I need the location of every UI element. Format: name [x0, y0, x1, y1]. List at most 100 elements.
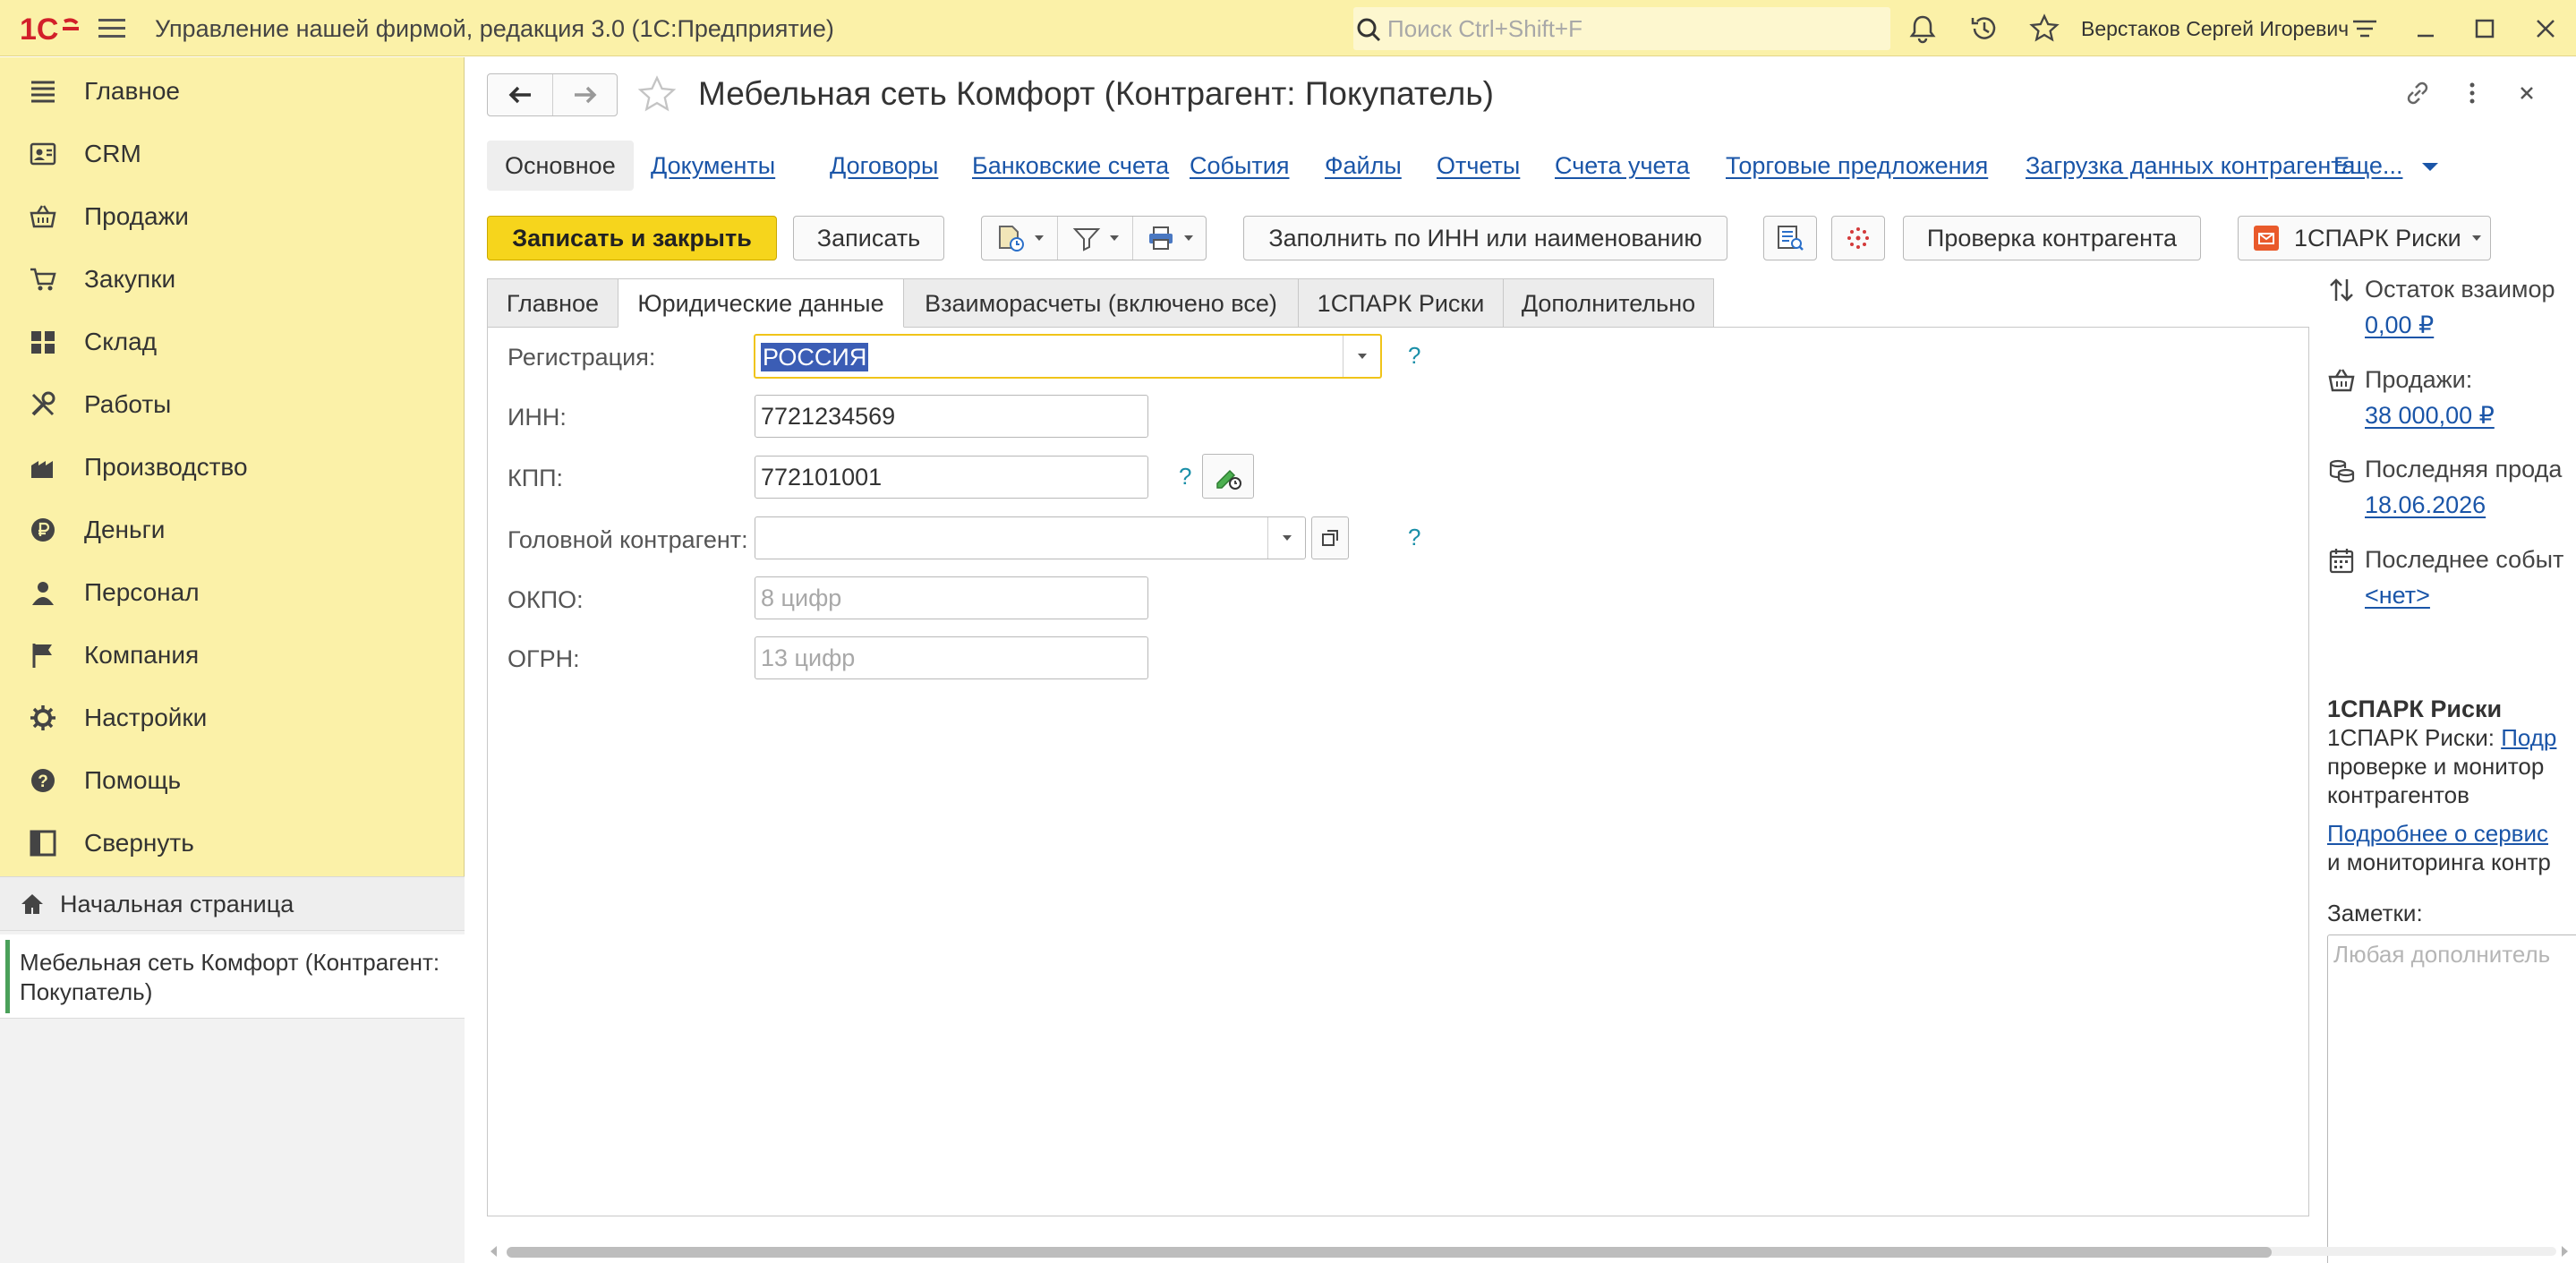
create-based-on-button[interactable] [982, 217, 1057, 260]
print-button[interactable] [1132, 217, 1206, 260]
sidebar-item-company[interactable]: Компания [0, 624, 465, 687]
last-event-label: Последнее событ [2365, 546, 2564, 573]
sidebar-item-main[interactable]: Главное [0, 60, 465, 123]
fill-by-inn-button[interactable]: Заполнить по ИНН или наименованию [1243, 216, 1727, 260]
tab-additional[interactable]: Дополнительно [1503, 278, 1714, 328]
notes-textarea[interactable] [2327, 934, 2576, 1263]
registration-help[interactable]: ? [1408, 342, 1420, 370]
balance-label: Остаток взаимор [2365, 276, 2555, 303]
forward-button[interactable] [552, 74, 617, 115]
horizontal-scrollbar[interactable] [487, 1241, 2576, 1262]
favorites-star-icon[interactable] [2028, 13, 2060, 45]
tab-documents[interactable]: Документы [651, 141, 775, 191]
registration-value: РОССИЯ [761, 343, 869, 371]
kpp-help[interactable]: ? [1179, 463, 1191, 491]
check-counterparty-button[interactable]: Проверка контрагента [1903, 216, 2201, 260]
spark-indicator-button[interactable] [1831, 216, 1885, 260]
tab-reports[interactable]: Отчеты [1437, 141, 1520, 191]
user-name[interactable]: Верстаков Сергей Игоревич [2081, 17, 2349, 41]
home-page-item[interactable]: Начальная страница [0, 877, 465, 931]
sidebar-item-label: Производство [84, 453, 248, 481]
open-document-item[interactable]: Мебельная сеть Комфорт (Контрагент: Поку… [0, 934, 465, 1019]
card-document-button[interactable] [1763, 216, 1817, 260]
scroll-thumb[interactable] [507, 1247, 2272, 1258]
calendar-icon [2329, 549, 2354, 574]
sidebar-item-money[interactable]: Деньги [0, 499, 465, 561]
sidebar-item-sales[interactable]: Продажи [0, 185, 465, 248]
tab-accounting-accounts[interactable]: Счета учета [1555, 141, 1690, 191]
search-box[interactable] [1353, 7, 1890, 50]
registration-select[interactable]: РОССИЯ [754, 334, 1382, 379]
head-counterparty-help[interactable]: ? [1408, 524, 1420, 551]
tab-files[interactable]: Файлы [1325, 141, 1402, 191]
tab-spark-risks[interactable]: 1СПАРК Риски [1298, 278, 1504, 328]
balance-value-link[interactable]: 0,00 ₽ [2365, 311, 2434, 339]
close-window-icon[interactable] [2529, 13, 2562, 45]
sidebar-item-collapse[interactable]: Свернуть [0, 812, 465, 875]
history-icon[interactable] [1968, 13, 2000, 45]
sales-value-link[interactable]: 38 000,00 ₽ [2365, 402, 2495, 430]
tab-bank-accounts[interactable]: Банковские счета [972, 141, 1169, 191]
minimize-icon[interactable] [2410, 13, 2442, 45]
kpp-field[interactable] [755, 456, 1148, 499]
tab-main[interactable]: Основное [487, 141, 634, 191]
sidebar-item-warehouse[interactable]: Склад [0, 311, 465, 373]
sidebar-item-label: Помощь [84, 766, 182, 794]
scroll-right-icon[interactable] [2562, 1246, 2568, 1257]
chevron-down-icon [1183, 235, 1193, 241]
printer-icon [1148, 226, 1173, 250]
last-sale-label: Последняя прода [2365, 456, 2563, 482]
head-counterparty-open-button[interactable] [1311, 516, 1349, 559]
tab-events[interactable]: События [1190, 141, 1289, 191]
sidebar-item-help[interactable]: ? Помощь [0, 749, 465, 812]
bell-icon[interactable] [1906, 13, 1939, 45]
1c-logo-icon: 1С [20, 13, 79, 45]
save-button[interactable]: Записать [793, 216, 944, 260]
ogrn-field[interactable] [755, 636, 1148, 679]
sidebar-item-purchases[interactable]: Закупки [0, 248, 465, 311]
spark-details-link[interactable]: Подр [2501, 724, 2556, 751]
settings-lines-icon[interactable] [2349, 13, 2381, 45]
tab-legal-data[interactable]: Юридические данные [618, 278, 904, 328]
link-icon[interactable] [2401, 77, 2434, 109]
sidebar-item-label: Компания [84, 641, 200, 669]
search-input[interactable] [1387, 13, 1880, 45]
sidebar: Главное CRM Продажи Закупки Склад Работы… [0, 57, 465, 1263]
kpp-history-button[interactable] [1202, 454, 1254, 499]
tools-icon [31, 391, 55, 416]
maximize-icon[interactable] [2469, 13, 2501, 45]
sidebar-item-settings[interactable]: Настройки [0, 687, 465, 749]
sales-label: Продажи: [2365, 366, 2473, 393]
close-form-icon[interactable] [2511, 77, 2543, 109]
tab-general[interactable]: Главное [487, 278, 618, 328]
main-menu-icon[interactable] [97, 14, 129, 43]
spark-more-link[interactable]: Подробнее о сервис [2327, 820, 2548, 847]
back-button[interactable] [488, 74, 552, 115]
sidebar-item-personnel[interactable]: Персонал [0, 561, 465, 624]
spark-risks-button[interactable]: 1СПАРК Риски [2238, 216, 2491, 260]
filter-button[interactable] [1057, 217, 1132, 260]
inn-field[interactable] [755, 395, 1148, 438]
head-counterparty-dropdown-button[interactable] [1267, 517, 1305, 559]
okpo-field[interactable] [755, 576, 1148, 619]
coins-icon [2329, 459, 2355, 483]
more-actions-icon[interactable] [2456, 77, 2488, 109]
sidebar-item-crm[interactable]: CRM [0, 123, 465, 185]
tab-more[interactable]: Еще... [2333, 141, 2438, 191]
notes-label: Заметки: [2327, 900, 2423, 926]
scroll-left-icon[interactable] [490, 1246, 497, 1257]
save-and-close-button[interactable]: Записать и закрыть [487, 216, 777, 260]
favorite-star-icon[interactable] [635, 73, 678, 116]
head-counterparty-field[interactable] [755, 516, 1306, 559]
sidebar-item-works[interactable]: Работы [0, 373, 465, 436]
sidebar-item-production[interactable]: Производство [0, 436, 465, 499]
tab-trade-offers[interactable]: Торговые предложения [1726, 141, 1988, 191]
person-icon [32, 582, 54, 605]
last-event-value-link[interactable]: <нет> [2365, 582, 2430, 610]
list-icon [31, 81, 55, 103]
tab-data-import[interactable]: Загрузка данных контрагента [2026, 141, 2355, 191]
tab-settlements[interactable]: Взаиморасчеты (включено все) [903, 278, 1299, 328]
tab-contracts[interactable]: Договоры [830, 141, 938, 191]
last-sale-value-link[interactable]: 18.06.2026 [2365, 491, 2486, 519]
registration-dropdown-button[interactable] [1343, 336, 1380, 377]
